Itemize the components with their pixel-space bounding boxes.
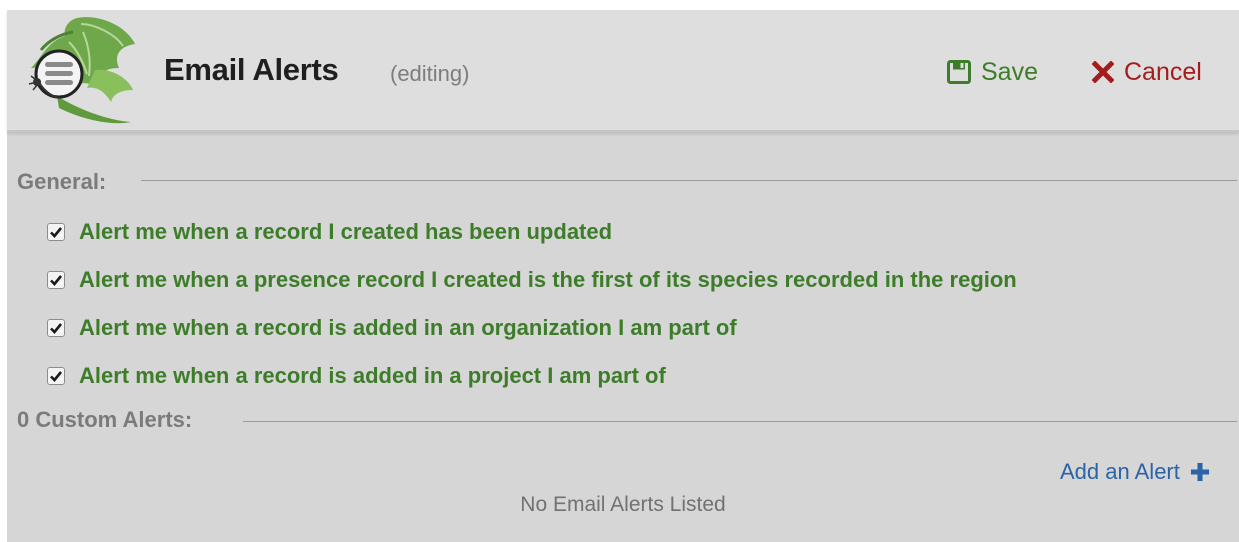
alert-option-project[interactable]: Alert me when a record is added in a pro… (47, 361, 666, 391)
checkmark-icon (50, 227, 63, 238)
empty-alerts-message: No Email Alerts Listed (520, 493, 726, 516)
email-alerts-panel: Email Alerts (editing) Save Cancel Gener… (7, 10, 1239, 542)
alert-option-label: Alert me when a presence record I create… (79, 267, 1017, 292)
plus-icon (1190, 463, 1209, 481)
alert-checkbox[interactable] (47, 367, 65, 385)
add-alert-button[interactable]: Add an Alert (1060, 459, 1210, 485)
checkmark-icon (50, 323, 63, 334)
save-label: Save (981, 57, 1038, 86)
custom-alerts-divider (243, 421, 1237, 422)
general-divider (141, 180, 1237, 181)
floppy-disk-icon (947, 60, 971, 84)
alert-checkbox[interactable] (47, 223, 65, 241)
save-button[interactable]: Save (947, 56, 1038, 88)
custom-alerts-heading: 0 Custom Alerts: (17, 407, 193, 432)
alert-option-organization[interactable]: Alert me when a record is added in an or… (47, 313, 737, 343)
alert-option-record-updated[interactable]: Alert me when a record I created has bee… (47, 217, 612, 247)
alert-checkbox[interactable] (47, 319, 65, 337)
panel-header: Email Alerts (editing) Save Cancel (7, 10, 1239, 132)
alert-option-label: Alert me when a record I created has bee… (79, 219, 613, 244)
leaf-menu-logo-icon[interactable] (17, 10, 149, 130)
page-title: Email Alerts (164, 52, 339, 87)
add-alert-label: Add an Alert (1060, 459, 1180, 484)
cancel-label: Cancel (1124, 57, 1202, 86)
cancel-button[interactable]: Cancel (1092, 56, 1202, 88)
checkmark-icon (50, 275, 63, 286)
alert-option-label: Alert me when a record is added in a pro… (79, 363, 666, 388)
alert-option-label: Alert me when a record is added in an or… (79, 315, 737, 340)
general-section-heading: General: (17, 169, 107, 194)
editing-indicator: (editing) (390, 61, 470, 86)
checkmark-icon (50, 371, 63, 382)
x-icon (1092, 61, 1114, 83)
alert-option-first-species[interactable]: Alert me when a presence record I create… (47, 265, 1017, 295)
alert-checkbox[interactable] (47, 271, 65, 289)
